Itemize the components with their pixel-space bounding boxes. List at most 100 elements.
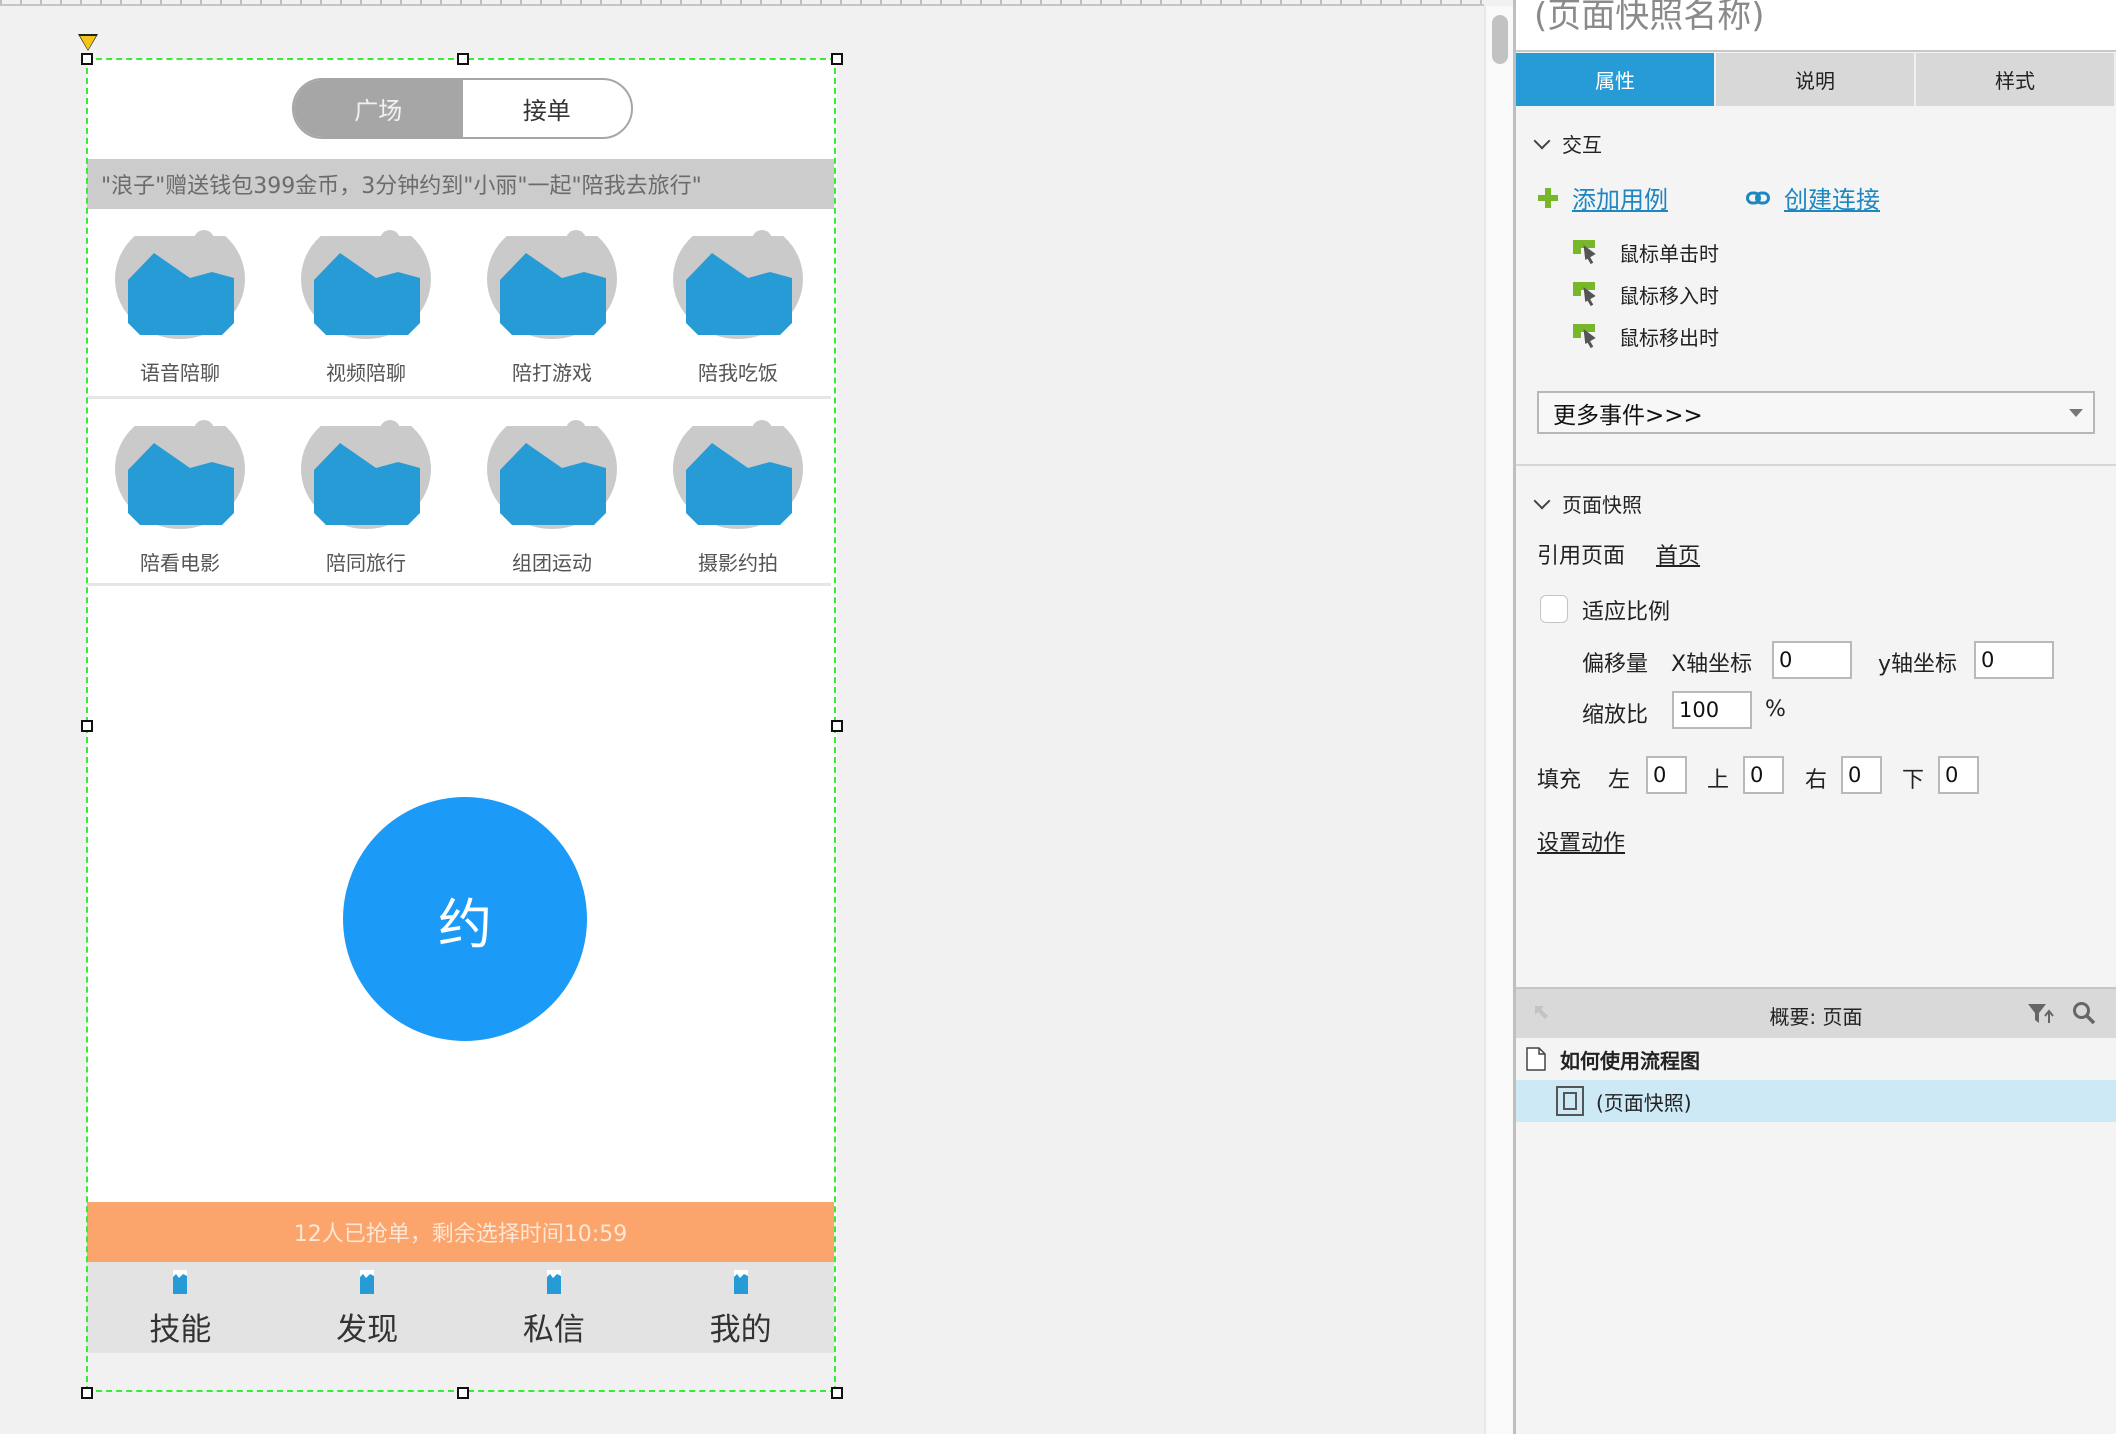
plus-icon	[1538, 187, 1558, 208]
order-status-text: 12人已抢单，剩余选择时间10:59	[293, 1222, 628, 1247]
event-mouse-click[interactable]: 鼠标单击时	[1573, 238, 1719, 267]
scrollbar-thumb[interactable]	[1492, 15, 1508, 64]
tab-discover[interactable]: 发现	[274, 1262, 461, 1353]
segment-square[interactable]: 广场	[294, 80, 463, 137]
image-placeholder-icon	[301, 408, 431, 529]
tab-messages[interactable]: 私信	[461, 1262, 648, 1353]
image-placeholder-icon	[115, 408, 245, 529]
link-icon	[1746, 191, 1770, 204]
resize-handle-right[interactable]	[831, 720, 843, 732]
resize-handle-top-right[interactable]	[831, 53, 843, 65]
chevron-down-icon	[1533, 492, 1551, 509]
tab-mine[interactable]: 我的	[647, 1262, 834, 1353]
interaction-section-header[interactable]: 交互	[1533, 129, 1602, 158]
service-label: 陪我吃饭	[698, 361, 778, 385]
resize-handle-bottom-left[interactable]	[81, 1387, 93, 1399]
outline-item-label: 如何使用流程图	[1560, 1048, 1700, 1073]
image-placeholder-icon	[173, 1270, 188, 1294]
segment-toggle[interactable]: 广场 接单	[292, 78, 633, 139]
snapshot-section-header[interactable]: 页面快照	[1533, 489, 1642, 518]
fit-ratio-checkbox[interactable]	[1540, 595, 1568, 623]
service-item[interactable]: 摄影约拍	[645, 399, 831, 583]
outline-item-page[interactable]: 如何使用流程图	[1516, 1038, 2116, 1080]
padding-right-label: 右	[1805, 768, 1828, 793]
service-label: 陪看电影	[140, 551, 220, 575]
book-button-label: 约	[438, 892, 492, 956]
outline-item-snapshot[interactable]: (页面快照)	[1516, 1080, 2116, 1122]
scale-input[interactable]: 100	[1672, 691, 1752, 729]
section-title: 页面快照	[1562, 493, 1642, 517]
event-cursor-icon	[1573, 239, 1597, 266]
event-cursor-icon	[1573, 323, 1597, 350]
service-label: 语音陪聊	[140, 361, 220, 385]
padding-bottom-input[interactable]: 0	[1938, 756, 1979, 794]
resize-handle-bottom-right[interactable]	[831, 1387, 843, 1399]
outline-item-label: (页面快照)	[1596, 1090, 1692, 1115]
service-item[interactable]: 组团运动	[459, 399, 645, 583]
tab-skills[interactable]: 技能	[87, 1262, 274, 1353]
image-placeholder-icon	[733, 1270, 748, 1294]
tab-properties[interactable]: 属性	[1516, 53, 1716, 106]
service-item[interactable]: 语音陪聊	[87, 209, 273, 396]
anchor-marker-icon[interactable]	[80, 36, 96, 50]
x-offset-input[interactable]: 0	[1772, 641, 1852, 679]
section-title: 交互	[1562, 133, 1602, 157]
resize-handle-top-left[interactable]	[81, 53, 93, 65]
chevron-down-icon	[2069, 409, 2083, 417]
service-label: 陪打游戏	[512, 361, 592, 385]
image-placeholder-icon	[487, 218, 617, 339]
tab-notes[interactable]: 说明	[1716, 53, 1916, 106]
outline-title: 概要: 页面	[1769, 1005, 1863, 1029]
grid-row: 语音陪聊 视频陪聊 陪打游戏 陪我吃饭	[87, 209, 831, 399]
resize-handle-top[interactable]	[457, 53, 469, 65]
image-placeholder-icon	[360, 1270, 375, 1294]
resize-handle-left[interactable]	[81, 720, 93, 732]
service-label: 摄影约拍	[698, 551, 778, 575]
tab-style[interactable]: 样式	[1916, 53, 2116, 106]
service-grid: 语音陪聊 视频陪聊 陪打游戏 陪我吃饭 陪看电影 陪同旅行 组团运动 摄影约拍	[87, 209, 831, 586]
segment-orders[interactable]: 接单	[463, 80, 632, 137]
widget-name-field[interactable]: (页面快照名称)	[1516, 0, 2116, 52]
fit-ratio-label: 适应比例	[1582, 600, 1671, 625]
padding-label: 填充	[1537, 768, 1582, 793]
service-item[interactable]: 陪打游戏	[459, 209, 645, 396]
canvas-vertical-scrollbar[interactable]	[1484, 6, 1514, 1434]
add-case-link[interactable]: 添加用例	[1538, 180, 1668, 215]
page-icon	[1526, 1047, 1546, 1071]
widget-name-text: (页面快照名称)	[1534, 0, 1765, 36]
service-item[interactable]: 陪看电影	[87, 399, 273, 583]
outline-header: 概要: 页面	[1516, 987, 2116, 1038]
y-offset-label: y轴坐标	[1878, 652, 1958, 677]
service-item[interactable]: 陪我吃饭	[645, 209, 831, 396]
image-placeholder-icon	[546, 1270, 561, 1294]
book-button[interactable]: 约	[343, 797, 587, 1041]
event-label: 鼠标移出时	[1619, 326, 1719, 350]
section-divider	[1516, 464, 2116, 466]
padding-left-label: 左	[1608, 768, 1631, 793]
snapshot-icon	[1556, 1086, 1584, 1116]
search-icon[interactable]	[2072, 1001, 2096, 1025]
service-item[interactable]: 陪同旅行	[273, 399, 459, 583]
y-offset-input[interactable]: 0	[1974, 641, 2054, 679]
create-link-link[interactable]: 创建连接	[1746, 180, 1880, 215]
reference-page-link[interactable]: 首页	[1656, 538, 1700, 570]
image-placeholder-icon	[673, 408, 803, 529]
gift-marquee-banner: "浪子"赠送钱包399金币，3分钟约到"小丽"一起"陪我去旅行"	[87, 159, 834, 209]
event-mouse-leave[interactable]: 鼠标移出时	[1573, 322, 1719, 351]
horizontal-ruler	[0, 0, 1484, 6]
filter-icon[interactable]	[2028, 1003, 2056, 1025]
event-mouse-enter[interactable]: 鼠标移入时	[1573, 280, 1719, 309]
padding-top-label: 上	[1707, 768, 1730, 793]
more-events-dropdown[interactable]: 更多事件>>>	[1537, 391, 2095, 434]
set-action-link[interactable]: 设置动作	[1537, 825, 1625, 857]
tab-label: 发现	[336, 1312, 399, 1348]
image-placeholder-icon	[301, 218, 431, 339]
padding-left-input[interactable]: 0	[1646, 756, 1687, 794]
inspector-tabs: 属性 说明 样式	[1516, 53, 2116, 106]
event-cursor-icon	[1573, 281, 1597, 308]
resize-handle-bottom[interactable]	[457, 1387, 469, 1399]
padding-right-input[interactable]: 0	[1841, 756, 1882, 794]
service-item[interactable]: 视频陪聊	[273, 209, 459, 396]
chevron-down-icon	[1533, 132, 1551, 149]
padding-top-input[interactable]: 0	[1743, 756, 1784, 794]
